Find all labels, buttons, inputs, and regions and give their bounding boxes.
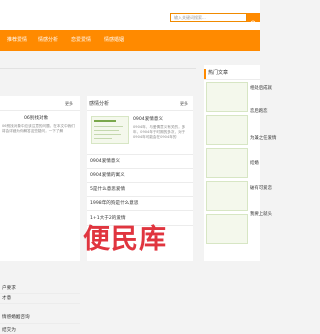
hot-item-title[interactable]: 破有可爱恋 (250, 186, 272, 192)
list-item[interactable]: 0904爱情的寓义 (90, 173, 125, 179)
divider (204, 79, 260, 80)
list-item[interactable]: 情感婚姻咨询 (2, 315, 30, 321)
nav-item-2[interactable]: 情感分析 (38, 37, 58, 44)
divider (0, 293, 80, 294)
hot-item-title[interactable]: 我要上就头 (250, 212, 272, 218)
list-item[interactable]: 才意 (2, 296, 11, 302)
article-title[interactable]: 0904爱情意义 (133, 117, 163, 123)
divider (87, 196, 193, 197)
article-thumbnail[interactable] (206, 82, 248, 112)
hot-item-title[interactable]: 结婚 (250, 161, 259, 167)
search-icon (250, 20, 257, 27)
left-panel: 更多 06别找对象 06别找对象中应该注意的问题，在本文中我们将会详细为你解答这… (0, 96, 80, 333)
divider (87, 210, 193, 211)
list-item[interactable]: 1998年的狗是什么意思 (90, 201, 138, 207)
panel-title: 感情分析 (89, 101, 110, 107)
title-accent (204, 69, 206, 79)
hot-articles-panel: 热门文章 相处后成就 恋后跑恋 为兼之任爱情 结婚 破有可爱恋 我要上就头 (204, 65, 276, 261)
article-thumbnail[interactable] (206, 148, 248, 178)
article-desc: 06别找对象中应该注意的问题，在本文中我们将会详细为你解答这些疑问，一下了解 (2, 124, 75, 133)
divider (0, 323, 80, 324)
hot-item-title[interactable]: 相处后成就 (250, 86, 272, 92)
divider (87, 154, 193, 155)
list-item[interactable]: 0904爱情意义 (90, 159, 120, 165)
list-item[interactable]: 户要求 (2, 286, 16, 292)
divider (87, 182, 193, 183)
more-link[interactable]: 更多 (180, 101, 188, 107)
nav-item-3[interactable]: 恋爱爱情 (71, 37, 91, 44)
article-thumbnail[interactable] (206, 115, 248, 145)
search-placeholder: 输入关键词搜索... (174, 15, 206, 20)
article-desc: 0904年，与爱情意义有关的，多年，0904年于时期的多次，对于0904年可能会… (133, 125, 186, 139)
divider (87, 110, 193, 111)
watermark-logo: 便民库 (83, 224, 167, 255)
main-nav: 推荐爱情 情感分析 恋爱爱情 情感婚姻 (0, 30, 260, 51)
article-thumbnail[interactable] (206, 181, 248, 211)
article-thumbnail[interactable] (206, 214, 248, 244)
top-header: 输入关键词搜索... (0, 0, 260, 30)
article-thumbnail[interactable] (91, 116, 129, 144)
search-button[interactable] (247, 13, 260, 27)
nav-item-4[interactable]: 情感婚姻 (104, 37, 124, 44)
article-title[interactable]: 06别找对象 (24, 116, 48, 122)
list-item[interactable]: 结交为 (2, 328, 16, 334)
search-input[interactable]: 输入关键词搜索... (170, 13, 247, 22)
divider (0, 68, 196, 69)
hot-item-title[interactable]: 为兼之任爱情 (250, 136, 276, 142)
hot-item-title[interactable]: 恋后跑恋 (250, 109, 268, 115)
divider (87, 168, 193, 169)
more-link[interactable]: 更多 (65, 101, 73, 107)
nav-item-1[interactable]: 推荐爱情 (7, 37, 27, 44)
list-item[interactable]: 5是什么意思爱情 (90, 187, 125, 193)
divider (0, 110, 80, 111)
divider (0, 303, 80, 304)
list-item[interactable]: 1+1大于2的爱情 (90, 216, 126, 222)
panel-title: 热门文章 (208, 70, 229, 76)
